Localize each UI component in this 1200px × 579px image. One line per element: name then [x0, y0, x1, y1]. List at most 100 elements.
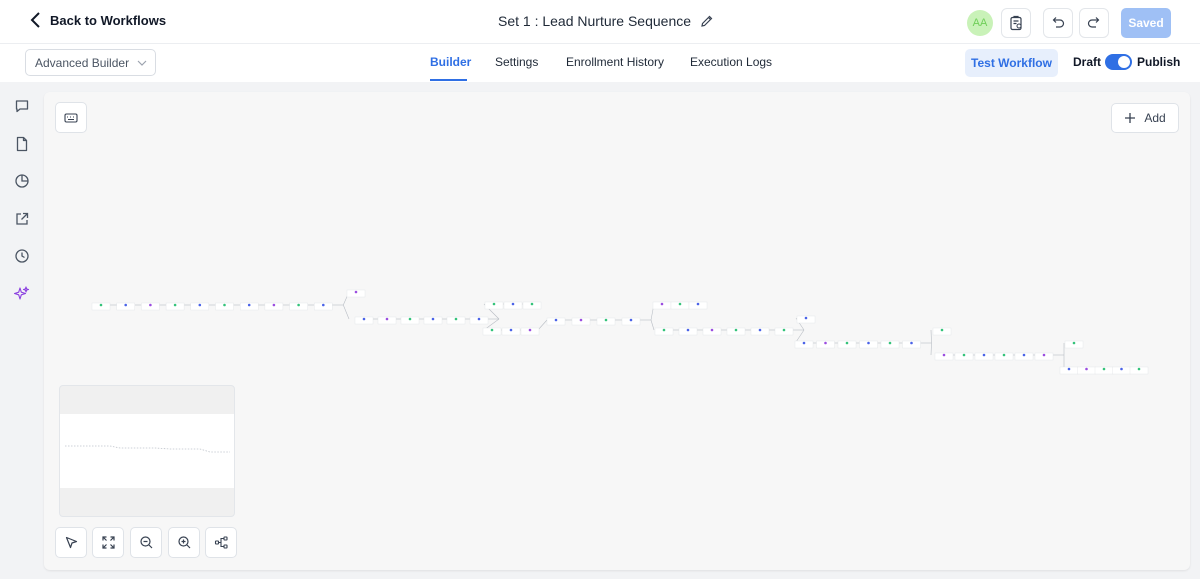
redo-icon: [1087, 17, 1100, 28]
minimap-viewport: [60, 414, 234, 488]
workflow-node-dot: [1022, 353, 1026, 357]
workflow-node-dot: [431, 317, 435, 321]
workflow-node-dot: [477, 317, 481, 321]
fit-view-button[interactable]: [92, 527, 124, 558]
workflow-node-dot: [845, 341, 849, 345]
zoom-out-icon: [139, 536, 152, 549]
workflow-node-dot: [173, 303, 177, 307]
zoom-out-button[interactable]: [130, 527, 162, 558]
workflow-node-dot: [696, 302, 700, 306]
pencil-icon: [701, 15, 713, 27]
publish-toggle[interactable]: [1105, 54, 1132, 70]
workflow-node-dot: [802, 341, 806, 345]
chevron-down-icon: [137, 60, 147, 66]
redo-button[interactable]: [1079, 8, 1109, 38]
workflow-edge: [795, 329, 805, 343]
workflow-node-dot: [149, 303, 152, 307]
clock-icon[interactable]: [14, 248, 30, 264]
avatar[interactable]: AA: [967, 10, 993, 36]
workflow-node-dot: [629, 318, 633, 322]
workflow-canvas[interactable]: Add: [44, 92, 1190, 570]
clipboard-button[interactable]: [1001, 8, 1031, 38]
zoom-in-button[interactable]: [168, 527, 200, 558]
workflow-node-dot: [940, 328, 944, 332]
workflow-node-dot: [362, 317, 366, 321]
workflow-node-dot: [962, 353, 966, 357]
workflow-edge: [930, 342, 932, 356]
workflow-node-dot: [297, 303, 300, 307]
minimap-overview: [65, 445, 230, 453]
builder-mode-value: Advanced Builder: [35, 55, 130, 70]
cursor-icon: [65, 536, 77, 549]
undo-button[interactable]: [1043, 8, 1073, 38]
workflow-node-dot: [490, 328, 494, 332]
clipboard-icon: [1010, 15, 1022, 31]
workflow-node-dot: [824, 341, 827, 345]
workflow-node-dot: [910, 341, 913, 345]
workflow-node-dot: [554, 318, 558, 322]
workflow-node-dot: [198, 303, 202, 307]
workflow-node-dot: [354, 290, 358, 294]
workflow-edge: [343, 304, 350, 320]
workflow-node-dot: [686, 328, 690, 332]
workflow-node-dot: [385, 317, 389, 321]
chevron-left-icon: [30, 12, 40, 28]
workflow-node-dot: [942, 353, 946, 357]
workflow-node-dot: [867, 341, 870, 345]
back-label: Back to Workflows: [50, 12, 167, 28]
back-to-workflows-button[interactable]: Back to Workflows: [30, 12, 166, 28]
workflow-node-dot: [509, 328, 513, 332]
expand-icon: [101, 536, 115, 549]
toggle-knob: [1118, 56, 1130, 68]
workflow-node-dot: [982, 353, 986, 357]
workflow-node-dot: [579, 318, 583, 322]
builder-mode-select[interactable]: Advanced Builder: [25, 49, 156, 76]
workflow-node-dot: [1085, 367, 1088, 371]
workflow-node-dot: [1137, 367, 1141, 371]
workflow-node-dot: [1102, 367, 1106, 371]
workflow-node-dot: [492, 302, 496, 306]
workflow-node-dot: [662, 328, 666, 332]
workflow-node-dot: [272, 303, 276, 307]
workflow-node-dot: [223, 303, 226, 307]
select-tool-button[interactable]: [55, 527, 87, 558]
workflow-node-dot: [710, 328, 714, 332]
workflow-node-dot: [1072, 341, 1076, 345]
workflow-edge: [650, 319, 655, 331]
chat-icon[interactable]: [14, 98, 30, 114]
undo-icon: [1052, 17, 1065, 28]
edit-title-button[interactable]: [700, 14, 714, 28]
workflow-node-dot: [322, 303, 325, 307]
publish-label: Publish: [1137, 55, 1181, 69]
workflow-node-dot: [660, 302, 664, 306]
workflow-title-group: Set 1 : Lead Nurture Sequence: [498, 13, 714, 29]
minimap[interactable]: [59, 385, 235, 517]
workflow-node-dot: [1042, 353, 1046, 357]
workflow-node-dot: [758, 328, 762, 332]
workflow-node-dot: [511, 302, 515, 306]
workflow-node-dot: [604, 318, 608, 322]
workflow-node-dot: [888, 341, 892, 345]
workflow-node-dot: [1067, 367, 1071, 371]
tab-enrollment-history[interactable]: Enrollment History: [566, 55, 664, 69]
workflow-node-dot: [782, 328, 786, 332]
tab-builder[interactable]: Builder: [430, 55, 471, 69]
workflow-diagram[interactable]: [44, 92, 1190, 392]
workflow-edge: [537, 319, 548, 331]
sparkles-icon[interactable]: [14, 286, 30, 302]
external-link-icon[interactable]: [14, 211, 30, 227]
workflow-node-dot: [530, 302, 534, 306]
pie-chart-icon[interactable]: [14, 173, 30, 189]
workflow-node-dot: [408, 317, 412, 321]
top-bar: Back to Workflows Set 1 : Lead Nurture S…: [0, 0, 1200, 44]
workflow-node-dot: [1120, 367, 1123, 371]
tab-execution-logs[interactable]: Execution Logs: [690, 55, 772, 69]
workflow-title: Set 1 : Lead Nurture Sequence: [498, 13, 692, 29]
test-workflow-button[interactable]: Test Workflow: [965, 49, 1058, 77]
auto-layout-button[interactable]: [205, 527, 237, 558]
saved-button[interactable]: Saved: [1121, 8, 1171, 38]
workflow-node-dot: [454, 317, 458, 321]
tab-settings[interactable]: Settings: [495, 55, 538, 69]
draft-label: Draft: [1073, 55, 1102, 69]
document-icon[interactable]: [14, 136, 30, 152]
